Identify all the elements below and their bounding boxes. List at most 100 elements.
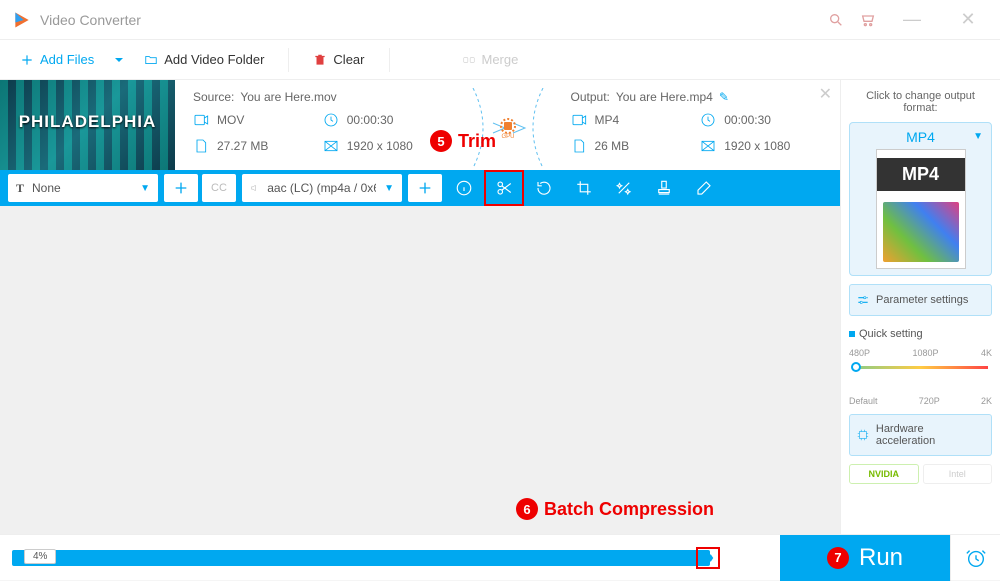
search-icon[interactable] (828, 12, 844, 28)
video-icon (571, 112, 587, 128)
schedule-button[interactable] (950, 535, 1000, 581)
magic-icon (615, 179, 633, 197)
source-column: Source: You are Here.mov MOV 00:00:30 27… (175, 86, 463, 170)
tick-720p: 720P (919, 396, 940, 406)
merge-button: Merge (450, 48, 531, 71)
progress-percent: 4% (24, 549, 56, 564)
src-format: MOV (193, 112, 323, 128)
annotation-trim-label: Trim (458, 131, 496, 152)
subtitle-edit-tool[interactable] (684, 170, 724, 206)
caret-down-icon: ▼ (973, 131, 983, 142)
subtitle-value: None (32, 181, 61, 195)
add-audio-button[interactable] (408, 174, 442, 202)
merge-icon (462, 53, 476, 67)
trim-tool[interactable] (484, 170, 524, 206)
minimize-button[interactable]: — (892, 9, 932, 30)
conversion-arrow: GPU (463, 86, 553, 170)
caret-down-icon: ▼ (384, 183, 394, 194)
video-icon (193, 112, 209, 128)
output-format-selector[interactable]: ▼ MP4 (849, 122, 992, 276)
run-label: Run (859, 544, 903, 572)
right-panel: Click to change output format: ▼ MP4 Par… (840, 80, 1000, 534)
audio-select[interactable]: aac (LC) (mp4a / 0x6134706D) ▼ (242, 174, 402, 202)
edit-icon (695, 179, 713, 197)
tick-1080p: 1080P (912, 348, 938, 358)
toolbar: Add Files Add Video Folder Clear Merge (0, 40, 1000, 80)
quality-slider[interactable]: 480P 1080P 4K (849, 348, 992, 388)
close-button[interactable]: ✕ (948, 9, 988, 30)
annotation-num-7: 7 (827, 547, 849, 569)
format-thumbnail-icon (876, 149, 966, 269)
add-folder-button[interactable]: Add Video Folder (132, 48, 276, 71)
add-files-caret-icon[interactable] (114, 55, 124, 65)
add-files-label: Add Files (40, 52, 94, 67)
add-folder-label: Add Video Folder (164, 52, 264, 67)
main-area: PHILADELPHIA Source: You are Here.mov MO… (0, 80, 1000, 534)
out-duration: 00:00:30 (700, 112, 830, 128)
info-icon (455, 179, 473, 197)
rotate-tool[interactable] (524, 170, 564, 206)
resolution-icon (700, 138, 716, 154)
titlebar: Video Converter — ✕ (0, 0, 1000, 40)
clock-icon (323, 112, 339, 128)
remove-file-button[interactable]: ✕ (819, 84, 832, 104)
run-button[interactable]: 7 Run (780, 535, 950, 581)
progress-bar: 4% (0, 550, 780, 566)
output-filename: You are Here.mp4 (616, 90, 713, 104)
intel-option[interactable]: Intel (923, 464, 993, 484)
add-subtitle-button[interactable] (164, 174, 198, 202)
action-strip: T None ▼ CC aac (LC) (mp4a / 0x6134706D)… (0, 170, 840, 206)
thumb-title: PHILADELPHIA (0, 112, 175, 132)
scissors-icon (495, 179, 513, 197)
plus-icon (173, 180, 189, 196)
tick-480p: 480P (849, 348, 870, 358)
param-settings-label: Parameter settings (876, 294, 968, 306)
output-format-name: MP4 (906, 129, 935, 145)
gpu-options: NVIDIA Intel (849, 464, 992, 484)
plus-icon (20, 53, 34, 67)
hardware-accel-button[interactable]: Hardware acceleration (849, 414, 992, 456)
left-panel: PHILADELPHIA Source: You are Here.mov MO… (0, 80, 840, 534)
resolution-icon (323, 138, 339, 154)
crop-icon (575, 179, 593, 197)
audio-value: aac (LC) (mp4a / 0x6134706D) (267, 181, 376, 195)
crop-tool[interactable] (564, 170, 604, 206)
video-thumbnail[interactable]: PHILADELPHIA (0, 80, 175, 170)
clock-icon (700, 112, 716, 128)
src-duration: 00:00:30 (323, 112, 453, 128)
cc-button[interactable]: CC (202, 174, 236, 202)
tick-2k: 2K (981, 396, 992, 406)
annotation-trim: 5 Trim (430, 130, 496, 152)
add-files-button[interactable]: Add Files (8, 48, 106, 71)
separator (288, 48, 289, 72)
tick-4k: 4K (981, 348, 992, 358)
source-label: Source: (193, 90, 234, 104)
watermark-tool[interactable] (644, 170, 684, 206)
output-label: Output: (571, 90, 610, 104)
sliders-icon (856, 293, 870, 307)
nvidia-option[interactable]: NVIDIA (849, 464, 919, 484)
edit-output-name-button[interactable]: ✎ (719, 90, 729, 104)
rotate-icon (535, 179, 553, 197)
parameter-settings-button[interactable]: Parameter settings (849, 284, 992, 316)
slider-handle[interactable] (851, 362, 861, 372)
separator (389, 48, 390, 72)
cart-icon[interactable] (860, 12, 876, 28)
caret-down-icon: ▼ (140, 183, 150, 194)
tick-default: Default (849, 396, 878, 406)
info-tool[interactable] (444, 170, 484, 206)
app-title: Video Converter (40, 12, 828, 28)
batch-compress-button[interactable] (696, 547, 720, 569)
merge-label: Merge (482, 52, 519, 67)
file-icon (571, 138, 587, 154)
file-meta: Source: You are Here.mov MOV 00:00:30 27… (175, 80, 840, 170)
app-logo-icon (12, 10, 32, 30)
effects-tool[interactable] (604, 170, 644, 206)
out-size: 26 MB (571, 138, 701, 154)
out-resolution: 1920 x 1080 (700, 138, 830, 154)
clear-button[interactable]: Clear (301, 48, 376, 71)
trash-icon (313, 53, 327, 67)
svg-text:GPU: GPU (501, 134, 514, 140)
subtitle-select[interactable]: T None ▼ (8, 174, 158, 202)
speaker-icon (250, 181, 259, 195)
